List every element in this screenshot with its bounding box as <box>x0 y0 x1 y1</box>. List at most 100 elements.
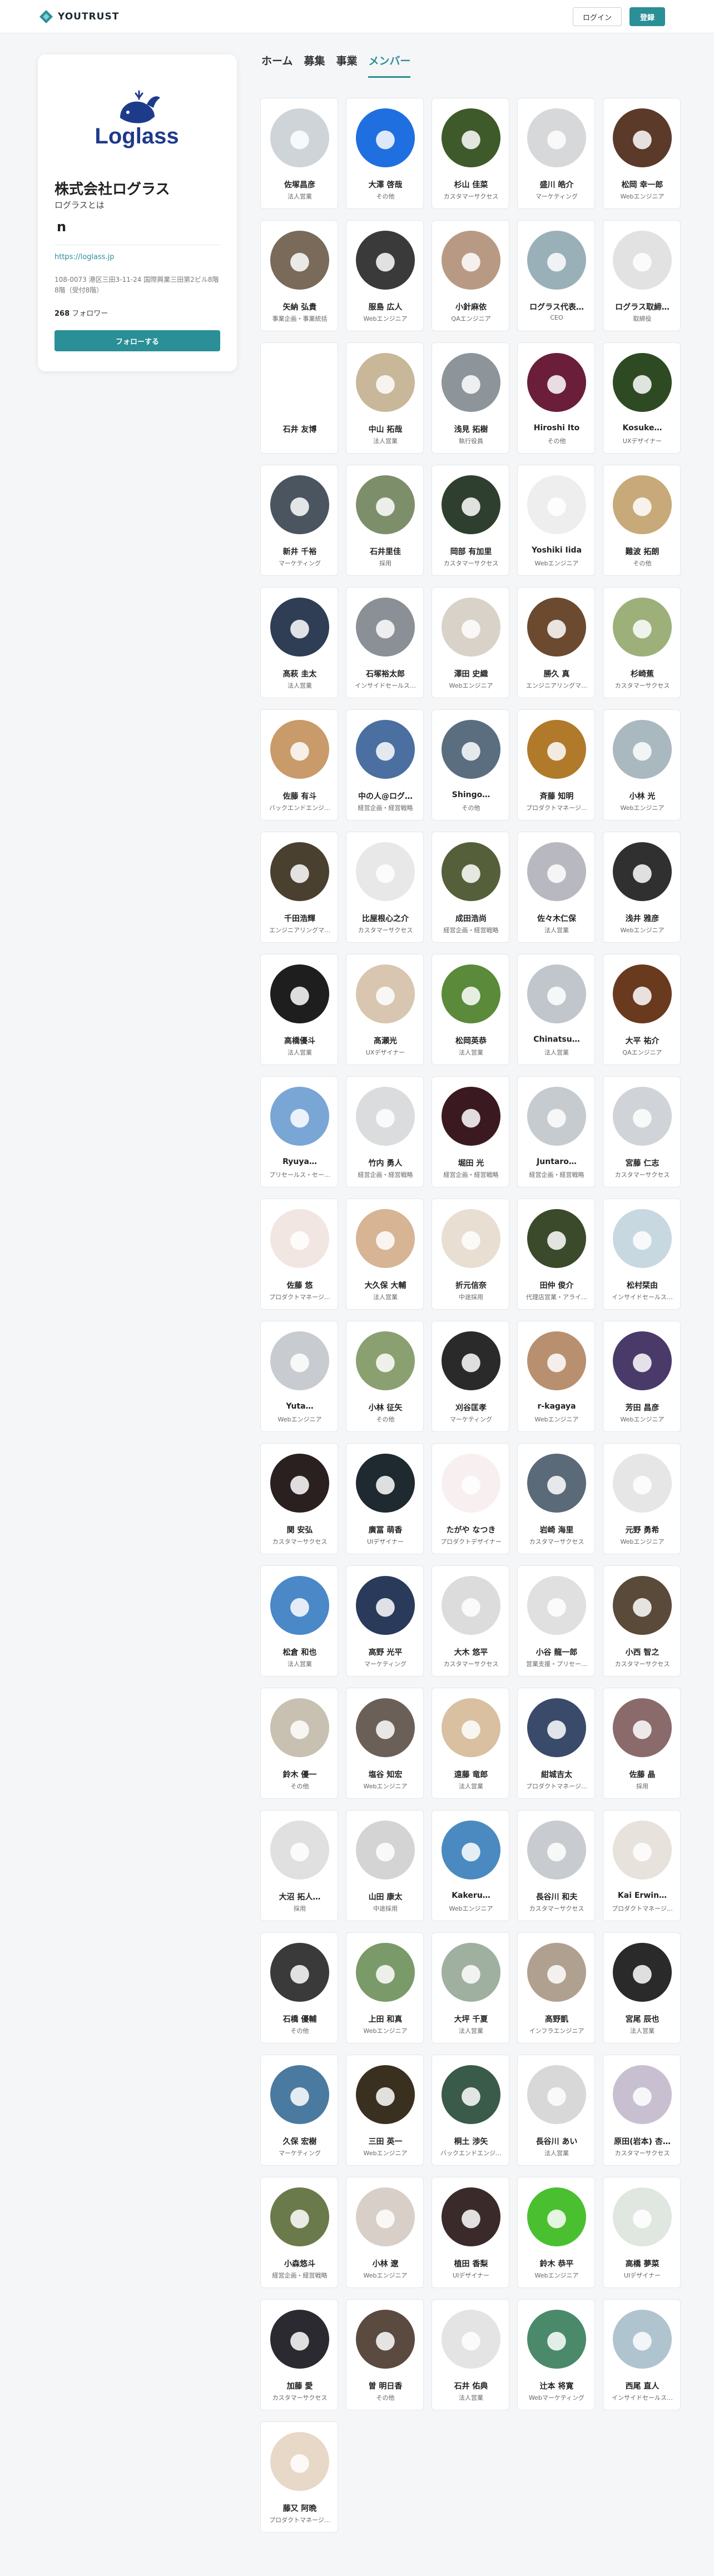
member-card[interactable]: ● 佐藤 有斗 バックエンドエンジ… <box>260 709 338 820</box>
member-card[interactable]: ● 曽 明日香 その他 <box>346 2299 424 2410</box>
member-card[interactable]: ● ログラス取締… 取締役 <box>603 220 681 331</box>
member-name[interactable]: 難波 拓朗 <box>607 546 678 557</box>
member-avatar[interactable]: ● <box>613 2065 672 2124</box>
tab-business[interactable]: 事業 <box>336 54 357 78</box>
member-avatar[interactable]: ● <box>527 1821 586 1879</box>
member-avatar[interactable]: ● <box>356 353 415 412</box>
member-card[interactable]: ● 服島 広人 Webエンジニア <box>346 220 424 331</box>
member-card[interactable]: ● 紺城吉太 プロダクトマネージ… <box>517 1688 595 1799</box>
member-name[interactable]: 山田 康太 <box>350 1891 421 1902</box>
member-name[interactable]: 大澤 啓哉 <box>350 179 421 190</box>
member-avatar[interactable]: ● <box>270 1698 329 1757</box>
member-name[interactable]: 髙瀬光 <box>350 1035 421 1046</box>
member-card[interactable]: ● 山田 康太 中途採用 <box>346 1810 424 1921</box>
member-name[interactable]: 加藤 愛 <box>264 2380 335 2391</box>
member-avatar[interactable]: ● <box>270 2432 329 2491</box>
member-card[interactable]: ● 折元信奈 中途採用 <box>432 1199 509 1310</box>
member-avatar[interactable]: ● <box>356 1331 415 1390</box>
member-name[interactable]: 元野 勇希 <box>607 1524 678 1535</box>
member-name[interactable]: r-kagaya <box>521 1402 592 1411</box>
member-avatar[interactable]: ● <box>442 475 500 534</box>
member-avatar[interactable]: ● <box>613 1943 672 2002</box>
member-card[interactable]: ● 大沼 拓人… 採用 <box>260 1810 338 1921</box>
member-card[interactable]: ● 長谷川 和夫 カスタマーサクセス <box>517 1810 595 1921</box>
member-avatar[interactable]: ● <box>442 231 500 290</box>
member-avatar[interactable]: ● <box>356 1943 415 2002</box>
member-name[interactable]: 辻本 将寛 <box>521 2380 592 2391</box>
member-name[interactable]: 佐藤 晶 <box>607 1769 678 1780</box>
member-name[interactable]: 石橋 優輔 <box>264 2013 335 2025</box>
member-avatar[interactable]: ● <box>356 2310 415 2369</box>
member-avatar[interactable]: ● <box>442 1576 500 1635</box>
member-card[interactable]: ● r-kagaya Webエンジニア <box>517 1321 595 1432</box>
member-card[interactable]: ● ログラス代表… CEO <box>517 220 595 331</box>
member-avatar[interactable]: ● <box>613 1821 672 1879</box>
member-avatar[interactable]: ● <box>356 1454 415 1513</box>
member-name[interactable]: 大平 祐介 <box>607 1035 678 1046</box>
member-card[interactable]: ● 杉崎蕉 カスタマーサクセス <box>603 587 681 698</box>
member-avatar[interactable]: ● <box>356 598 415 657</box>
member-name[interactable]: 松岡 幸一郎 <box>607 179 678 190</box>
member-avatar[interactable]: ● <box>527 1698 586 1757</box>
member-name[interactable]: Kakeru… <box>435 1891 507 1900</box>
member-avatar[interactable]: ● <box>356 1698 415 1757</box>
member-name[interactable]: 高橋優斗 <box>264 1035 335 1046</box>
member-avatar[interactable]: ● <box>442 842 500 901</box>
member-name[interactable]: Kosuke… <box>607 424 678 432</box>
member-card[interactable]: ● Ryuya… プリセールス・セー… <box>260 1076 338 1187</box>
member-name[interactable]: 新井 千裕 <box>264 546 335 557</box>
member-card[interactable]: ● Yuta… Webエンジニア <box>260 1321 338 1432</box>
member-card[interactable]: ● Yoshiki Iida Webエンジニア <box>517 465 595 576</box>
member-name[interactable]: 高橋 夢菜 <box>607 2258 678 2269</box>
member-avatar[interactable]: ● <box>527 2187 586 2246</box>
login-button[interactable]: ログイン <box>573 7 622 26</box>
member-avatar[interactable]: ● <box>356 1087 415 1146</box>
member-card[interactable]: ● 松岡 幸一郎 Webエンジニア <box>603 98 681 209</box>
company-url-link[interactable]: https://loglass.jp <box>54 253 115 261</box>
member-avatar[interactable]: ● <box>442 2310 500 2369</box>
member-avatar[interactable]: ● <box>270 1943 329 2002</box>
member-card[interactable]: ● 矢納 弘貴 事業企画・事業統括 <box>260 220 338 331</box>
member-card[interactable]: ● 大坪 千夏 法人営業 <box>432 1932 509 2043</box>
member-name[interactable]: 竹内 勇人 <box>350 1157 421 1168</box>
member-name[interactable]: 大坪 千夏 <box>435 2013 507 2025</box>
member-name[interactable]: 矢納 弘貴 <box>264 301 335 312</box>
member-card[interactable]: ● 松村栞由 インサイドセールス… <box>603 1199 681 1310</box>
member-avatar[interactable]: ● <box>270 2310 329 2369</box>
member-name[interactable]: 堀田 光 <box>435 1157 507 1168</box>
member-card[interactable]: ● 関 安弘 カスタマーサクセス <box>260 1443 338 1554</box>
member-card[interactable]: ● 高野 光平 マーケティング <box>346 1565 424 1677</box>
member-card[interactable]: ● 竹内 勇人 経営企画・経営戦略 <box>346 1076 424 1187</box>
member-name[interactable]: Yuta… <box>264 1402 335 1411</box>
member-avatar[interactable]: ● <box>613 2310 672 2369</box>
member-name[interactable]: 刈谷匡孝 <box>435 1402 507 1413</box>
member-card[interactable]: ● 大澤 啓哉 その他 <box>346 98 424 209</box>
member-card[interactable]: ● 元野 勇希 Webエンジニア <box>603 1443 681 1554</box>
member-card[interactable]: ● 松岡英恭 法人営業 <box>432 954 509 1065</box>
member-card[interactable]: ● Hiroshi Ito その他 <box>517 342 595 454</box>
member-name[interactable]: 遠藤 竜郎 <box>435 1769 507 1780</box>
tab-jobs[interactable]: 募集 <box>304 54 325 78</box>
member-name[interactable]: 植田 香梨 <box>435 2258 507 2269</box>
member-card[interactable]: ● 大久保 大輔 法人営業 <box>346 1199 424 1310</box>
member-card[interactable]: ● 髙瀬光 UXデザイナー <box>346 954 424 1065</box>
member-avatar[interactable]: ● <box>613 720 672 779</box>
member-avatar[interactable]: ● <box>527 353 586 412</box>
member-card[interactable]: ● 成田浩尚 経営企画・経営戦略 <box>432 832 509 943</box>
member-name[interactable]: 桐土 渉矢 <box>435 2136 507 2147</box>
member-name[interactable]: 松岡英恭 <box>435 1035 507 1046</box>
member-card[interactable]: ● 石井 友博 <box>260 342 338 454</box>
member-card[interactable]: ● Shingo… その他 <box>432 709 509 820</box>
member-name[interactable]: 中の人@ログ… <box>350 790 421 802</box>
member-avatar[interactable]: ● <box>613 1576 672 1635</box>
member-card[interactable]: ● 芳田 昌彦 Webエンジニア <box>603 1321 681 1432</box>
member-name[interactable]: 芳田 昌彦 <box>607 1402 678 1413</box>
member-name[interactable]: Shingo… <box>435 790 507 799</box>
member-name[interactable]: 松村栞由 <box>607 1280 678 1291</box>
member-card[interactable]: ● 石井里佳 採用 <box>346 465 424 576</box>
member-card[interactable]: ● 千田浩輝 エンジニアリングマ… <box>260 832 338 943</box>
member-name[interactable]: 西尾 直人 <box>607 2380 678 2391</box>
member-name[interactable]: Hiroshi Ito <box>521 424 592 432</box>
company-about-link[interactable]: ログラスとは <box>54 199 105 211</box>
member-avatar[interactable]: ● <box>527 1576 586 1635</box>
